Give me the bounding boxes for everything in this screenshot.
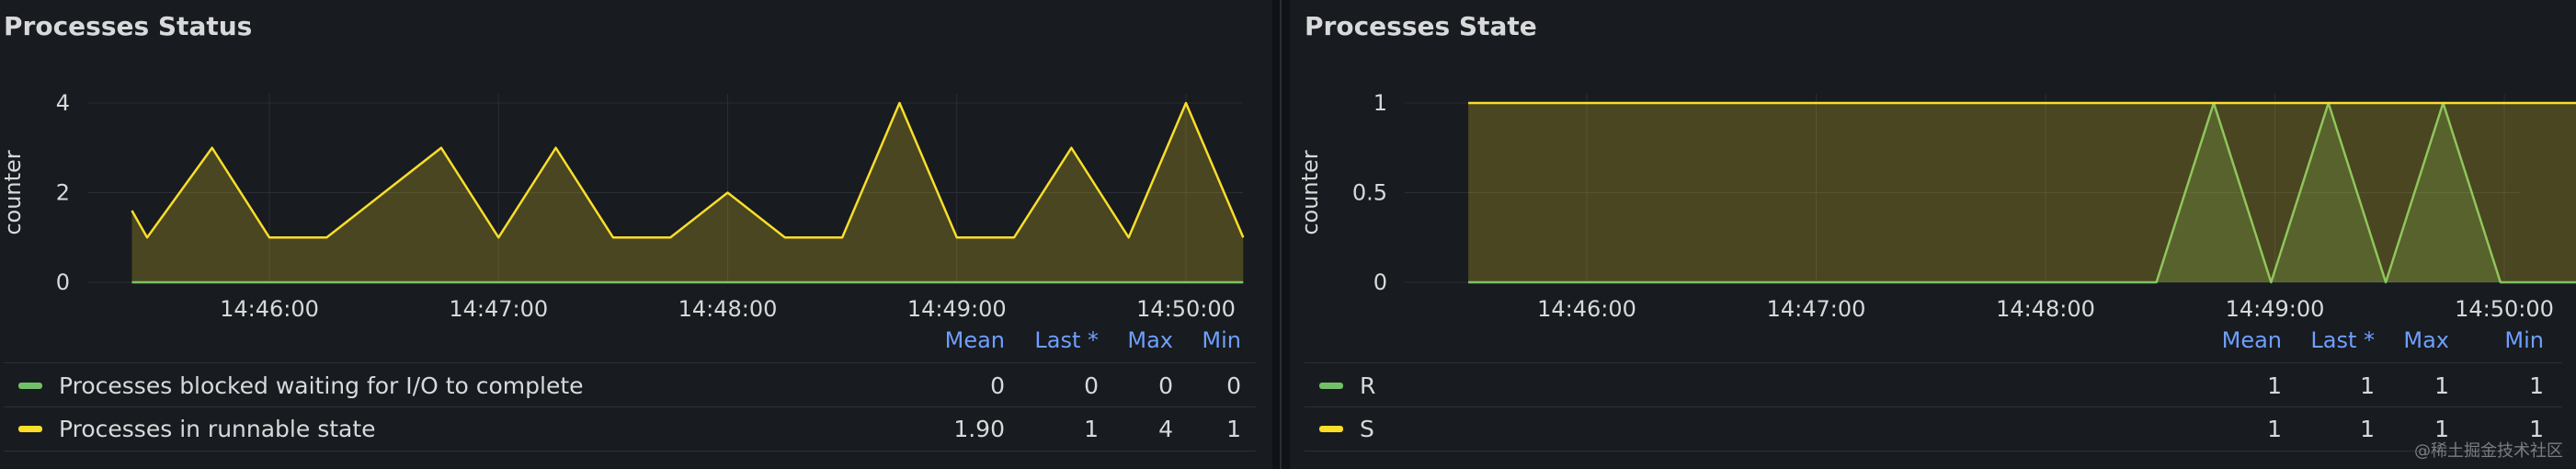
processes-status-chart[interactable]: 14:46:00 14:47:00 14:48:00 14:49:00 14:50:00…	[0, 0, 1272, 331]
legend-row[interactable]: S1111	[1305, 408, 2562, 449]
legend-series-name: Processes blocked waiting for I/O to com…	[59, 372, 584, 399]
legend-swatch	[1319, 383, 1343, 389]
y-axis-title: counter	[0, 150, 26, 234]
legend-series-name: S	[1360, 416, 1374, 442]
legend-separator	[1305, 451, 2562, 452]
x-tick-label: 14:46:00	[1537, 296, 1636, 322]
panel-divider-line	[1280, 0, 1282, 469]
legend-row[interactable]: Processes in runnable state 1.90 1 4 1	[4, 408, 1256, 449]
y-tick-label: 0	[56, 269, 70, 295]
legend-swatch	[18, 426, 42, 432]
x-tick-label: 14:49:00	[907, 296, 1007, 322]
y-tick-label: 0	[1373, 269, 1387, 295]
x-tick-label: 14:50:00	[1136, 296, 1236, 322]
legend-series-name: Processes in runnable state	[59, 416, 376, 442]
x-tick-label: 14:46:00	[220, 296, 319, 322]
x-tick-label: 14:48:00	[1996, 296, 2095, 322]
x-tick-label: 14:48:00	[678, 296, 778, 322]
x-tick-label: 14:47:00	[1767, 296, 1866, 322]
legend-value: 0	[1226, 372, 1241, 399]
series-area	[1468, 103, 2576, 282]
legend-swatch	[18, 383, 42, 389]
processes-status-panel: Processes Status 14:46:00 14:47:00 14:48:0…	[0, 0, 1272, 469]
legend-series-name: R	[1360, 372, 1376, 399]
x-tick-label: 14:47:00	[449, 296, 548, 322]
watermark: @稀土掘金技术社区	[2414, 441, 2563, 461]
processes-state-chart[interactable]: 14:46:00 14:47:00 14:48:00 14:49:00 14:50:00…	[1290, 0, 2576, 331]
legend-value: 1	[1226, 416, 1241, 442]
x-tick-label: 14:50:00	[2455, 296, 2554, 322]
legend-separator	[4, 406, 1256, 407]
legend-swatch	[1319, 426, 1343, 432]
y-tick-label: 2	[56, 180, 70, 206]
legend-col-header[interactable]: Min	[2360, 327, 2544, 353]
legend-separator	[1305, 406, 2562, 407]
legend-separator	[4, 451, 1256, 452]
legend-row[interactable]: R1111	[1305, 365, 2562, 406]
y-tick-label: 1	[1373, 90, 1387, 116]
x-tick-label: 14:49:00	[2226, 296, 2325, 322]
y-tick-label: 0.5	[1352, 180, 1387, 206]
y-tick-label: 4	[56, 90, 70, 116]
legend-value: 1	[2434, 372, 2449, 399]
legend-col-header[interactable]: Min	[1057, 327, 1241, 353]
legend-value: 1	[2529, 372, 2544, 399]
y-axis-title: counter	[1297, 150, 1323, 234]
legend-separator	[4, 362, 1256, 363]
legend-separator	[1305, 362, 2562, 363]
processes-state-panel: Processes State 14:46:00 14:47:00 14:48:00…	[1290, 0, 2576, 469]
legend-row[interactable]: Processes blocked waiting for I/O to com…	[4, 365, 1256, 406]
